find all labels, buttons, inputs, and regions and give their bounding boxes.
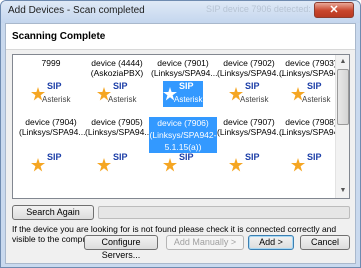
device-sublabel: (Linksys/SPA94... — [217, 68, 284, 78]
device-item-selected[interactable]: device (7906) (Linksys/SPA942- 5.1.15(a)… — [149, 117, 217, 153]
device-item[interactable]: device (7903) (Linksys/SPA94... — [279, 58, 346, 78]
device-sublabel: (Linksys/SPA94... — [19, 127, 86, 137]
sip-asterisk-icon[interactable]: SIP — [229, 152, 269, 178]
add-manually-button[interactable]: Add Manually > — [166, 235, 244, 250]
add-devices-dialog: Add Devices - Scan completed SIP device … — [0, 0, 361, 268]
device-sublabel: (Linksys/SPA94... — [279, 68, 346, 78]
search-again-button[interactable]: Search Again — [12, 205, 94, 220]
scan-progress-bar — [98, 206, 350, 219]
device-item[interactable]: device (7907) (Linksys/SPA94... — [217, 117, 284, 137]
dialog-body: Scanning Complete 7999 device (4444) (As… — [5, 23, 356, 264]
close-button[interactable]: ✕ — [314, 2, 354, 18]
device-label: device (7903) — [285, 58, 337, 68]
device-label: device (7906) — [149, 117, 217, 129]
device-sublabel: (Linksys/SPA94... — [217, 127, 284, 137]
sip-asterisk-icon[interactable]: SIP — [31, 152, 71, 178]
sip-asterisk-icon[interactable]: SIP — [163, 152, 203, 178]
page-title: Scanning Complete — [12, 31, 106, 42]
device-item[interactable]: device (7902) (Linksys/SPA94... — [217, 58, 284, 78]
device-item[interactable]: device (7908) (Linksys/SPA94... — [279, 117, 346, 137]
device-label: device (7905) — [91, 117, 143, 127]
device-item[interactable]: device (7901) (Linksys/SPA94... — [151, 58, 218, 78]
scroll-thumb[interactable] — [337, 69, 349, 125]
device-sublabel: (Linksys/SPA94... — [85, 127, 152, 137]
sip-asterisk-icon[interactable]: SIP Asterisk — [291, 81, 331, 107]
device-item[interactable]: device (7905) (Linksys/SPA94... — [85, 117, 152, 137]
sip-asterisk-icon[interactable]: SIP Asterisk — [97, 81, 137, 107]
sip-asterisk-icon[interactable]: SIP — [291, 152, 331, 178]
title-bar[interactable]: Add Devices - Scan completed SIP device … — [1, 1, 360, 23]
scroll-down-arrow-icon[interactable]: ▼ — [337, 185, 349, 197]
sip-asterisk-icon[interactable]: SIP Asterisk — [31, 81, 71, 107]
device-label: 7999 — [41, 58, 61, 68]
vertical-scrollbar[interactable]: ▲ ▼ — [335, 55, 349, 198]
device-label: device (7908) — [285, 117, 337, 127]
device-item[interactable]: device (4444) (AskoziaPBX) — [85, 58, 149, 78]
device-sublabel: (Linksys/SPA942- — [149, 129, 217, 141]
device-label: device (7901) — [157, 58, 209, 68]
scroll-up-arrow-icon[interactable]: ▲ — [337, 56, 349, 68]
configure-servers-button[interactable]: Configure Servers... — [84, 235, 158, 260]
device-label: device (7902) — [223, 58, 275, 68]
device-sublabel: (AskoziaPBX) — [90, 68, 144, 78]
device-label: device (7904) — [25, 117, 77, 127]
device-label: device (7907) — [223, 117, 275, 127]
window-title: Add Devices - Scan completed — [8, 5, 145, 16]
device-sublabel: (Linksys/SPA94... — [151, 68, 218, 78]
add-button[interactable]: Add > — [248, 235, 294, 250]
sip-asterisk-icon[interactable]: SIP — [97, 152, 137, 178]
device-list[interactable]: 7999 device (4444) (AskoziaPBX) device (… — [12, 54, 350, 199]
device-item[interactable]: device (7904) (Linksys/SPA94... — [19, 117, 86, 137]
device-label: device (4444) — [91, 58, 143, 68]
cancel-button[interactable]: Cancel — [300, 235, 350, 250]
sip-asterisk-icon[interactable]: SIP Asterisk — [229, 81, 269, 107]
header-band: Scanning Complete — [6, 24, 355, 50]
device-item[interactable]: 7999 — [19, 58, 83, 68]
device-sublabel: (Linksys/SPA94... — [279, 127, 346, 137]
sip-asterisk-icon[interactable]: SIP Asterisk — [163, 81, 203, 107]
